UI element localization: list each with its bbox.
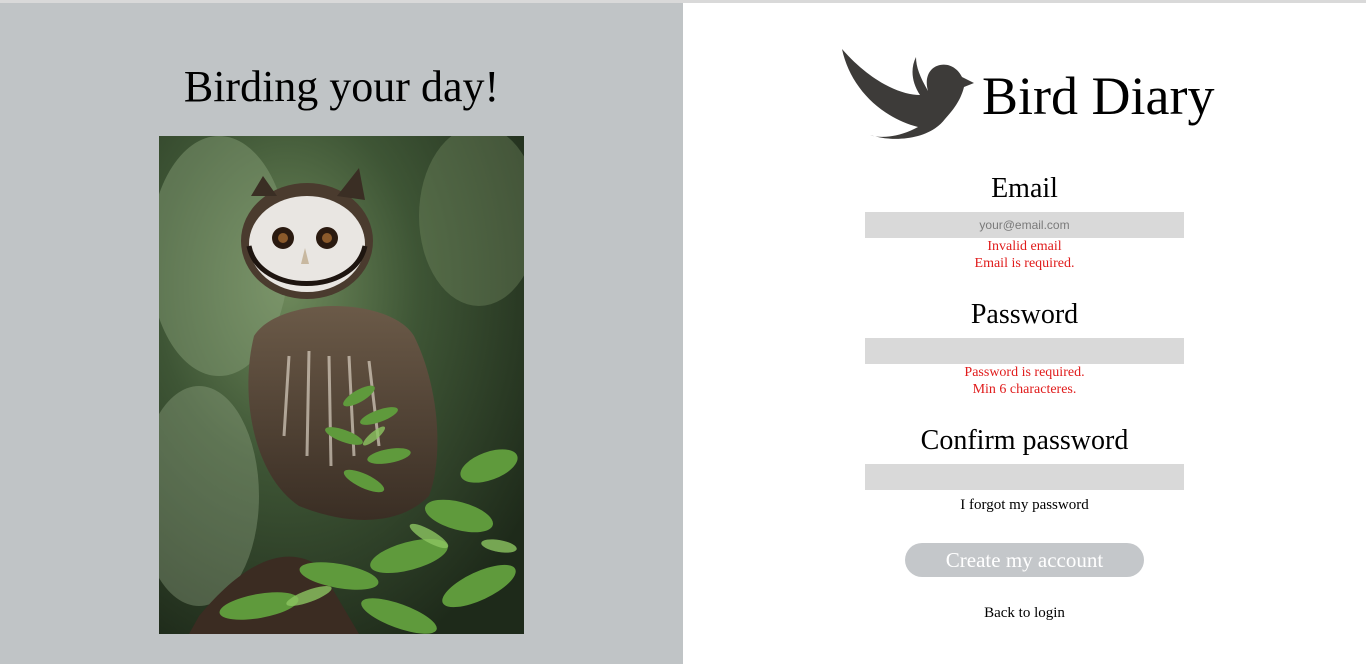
create-account-button[interactable]: Create my account [905, 543, 1144, 577]
password-error-min-length: Min 6 characteres. [972, 382, 1077, 397]
forgot-password-link[interactable]: I forgot my password [865, 497, 1184, 514]
email-error-required: Email is required. [974, 256, 1075, 271]
email-label: Email [991, 173, 1058, 204]
hero-headline: Birding your day! [183, 62, 500, 111]
password-label: Password [970, 299, 1079, 330]
password-error-required: Password is required. [964, 365, 1085, 380]
confirm-password-field[interactable] [865, 464, 1184, 490]
password-field[interactable] [865, 338, 1184, 364]
confirm-password-label: Confirm password [920, 425, 1129, 456]
hero-panel: Birding your day! [0, 3, 683, 664]
brand-name: Bird Diary [982, 66, 1215, 126]
email-field[interactable] [865, 212, 1184, 238]
signup-panel: Bird Diary Email Invalid email Email is … [683, 3, 1366, 664]
bird-logo-icon [842, 49, 974, 139]
owl-photo-illustration [159, 136, 524, 634]
owl-photo [159, 136, 524, 634]
brand-header: Bird Diary [840, 47, 1240, 143]
back-to-login-link[interactable]: Back to login [865, 605, 1184, 622]
email-error-invalid: Invalid email [987, 239, 1062, 254]
